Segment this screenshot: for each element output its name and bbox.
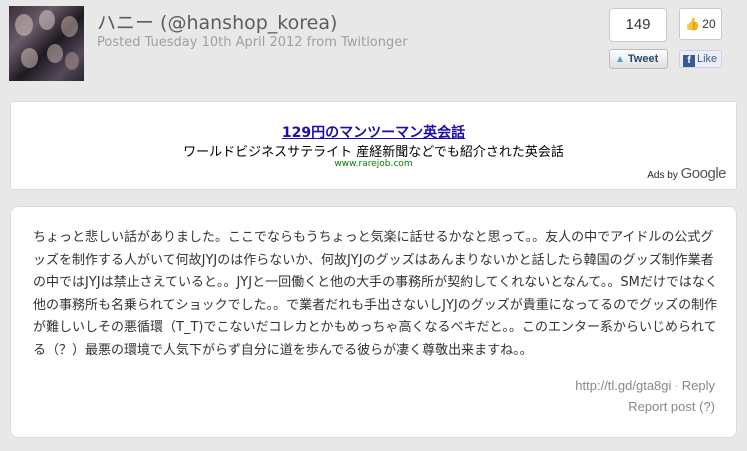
author-name[interactable]: ハニー (@hanshop_korea) [97, 8, 337, 35]
tweet-button[interactable]: ▲ Tweet [609, 49, 668, 69]
reply-link[interactable]: Reply [682, 378, 715, 393]
ad-description: ワールドビジネスサテライト 産経新聞などでも紹介された英会話 [183, 145, 564, 160]
post-body: ちょっと悲しい話がありました。ここでならもうちょっと気楽に話せるかなと思って。。… [33, 230, 718, 358]
author-avatar[interactable] [9, 6, 84, 81]
post-card: ちょっと悲しい話がありました。ここでならもうちょっと気楽に話せるかなと思って。。… [10, 206, 737, 438]
ad-url-link[interactable]: www.rarejob.com [11, 159, 736, 169]
thumbs-up-icon: 👍 [685, 17, 701, 31]
post-meta: Posted Tuesday 10th April 2012 from Twit… [97, 35, 408, 50]
facebook-icon: f [683, 55, 695, 67]
like-button-label: Like [697, 53, 718, 65]
google-logo: Google [680, 165, 727, 182]
like-count-bubble: 👍 20 [679, 8, 722, 40]
ads-by-google[interactable]: Ads by Google [647, 165, 726, 182]
footer-separator: · [674, 378, 679, 393]
ad-banner: 129円のマンツーマン英会話 ワールドビジネスサテライト 産経新聞などでも紹介さ… [10, 101, 737, 190]
ads-by-label: Ads by [647, 170, 678, 181]
like-button[interactable]: f Like [679, 50, 722, 68]
ad-title-link[interactable]: 129円のマンツーマン英会話 [11, 122, 736, 142]
like-count-value: 20 [702, 17, 716, 31]
twitter-bird-icon: ▲ [615, 54, 625, 65]
tweet-button-label: Tweet [627, 53, 659, 65]
post-footer: http://tl.gd/gta8gi · Reply Report post (?… [575, 375, 715, 417]
report-post-link[interactable]: Report post (?) [628, 399, 715, 414]
short-link[interactable]: http://tl.gd/gta8gi [575, 378, 671, 393]
tweet-count-bubble: 149 [609, 8, 667, 42]
